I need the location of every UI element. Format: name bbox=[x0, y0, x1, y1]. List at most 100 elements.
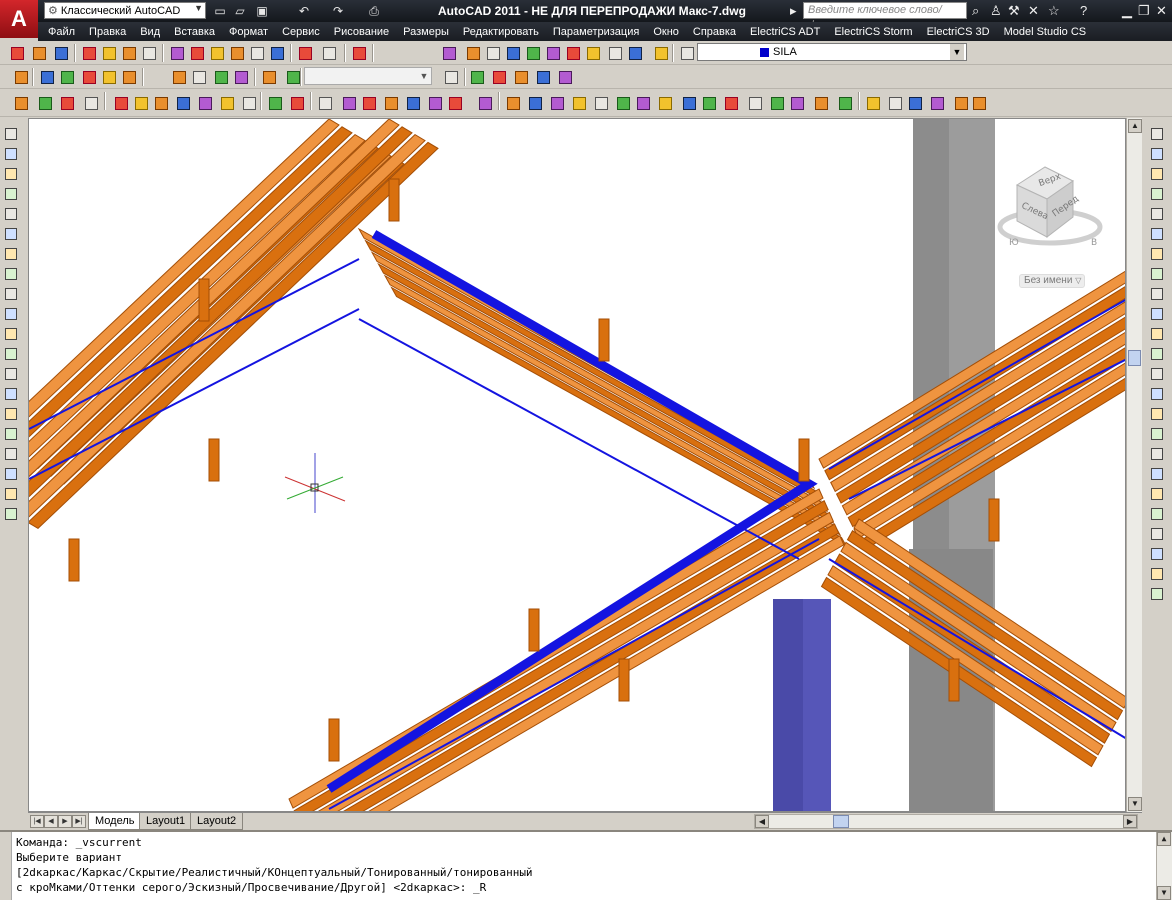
tool-button-icon[interactable] bbox=[556, 68, 574, 86]
minimize-icon[interactable]: ▁ bbox=[1122, 3, 1132, 19]
3d-model-view[interactable] bbox=[29, 119, 1126, 812]
open-icon[interactable]: ▱ bbox=[232, 3, 248, 19]
visual-style-dropdown[interactable]: ▼ bbox=[304, 67, 432, 85]
tool-button-icon[interactable] bbox=[112, 94, 130, 112]
tool-button-icon[interactable] bbox=[140, 44, 158, 62]
tool-button-icon[interactable] bbox=[886, 94, 904, 112]
menu-item[interactable]: Параметризация bbox=[546, 26, 646, 38]
tool-button-icon[interactable] bbox=[468, 68, 486, 86]
tool-button-icon[interactable] bbox=[614, 94, 632, 112]
menu-item[interactable]: Правка bbox=[82, 26, 133, 38]
tool-button-icon[interactable] bbox=[132, 94, 150, 112]
command-line[interactable]: Команда: _vscurrent Выберите вариант [2d… bbox=[0, 830, 1172, 900]
tool-button-icon[interactable] bbox=[1149, 426, 1165, 442]
menu-item[interactable]: Редактировать bbox=[456, 26, 546, 38]
tool-button-icon[interactable] bbox=[864, 94, 882, 112]
tool-button-icon[interactable] bbox=[1149, 146, 1165, 162]
chevron-right-icon[interactable]: ▸ bbox=[790, 3, 797, 19]
tool-button-icon[interactable] bbox=[100, 68, 118, 86]
x-tools-icon[interactable]: ✕ bbox=[1028, 3, 1039, 19]
tool-button-icon[interactable] bbox=[228, 44, 246, 62]
tool-button-icon[interactable] bbox=[120, 68, 138, 86]
layer-dropdown[interactable]: SILA ▼ bbox=[697, 43, 967, 61]
tool-button-icon[interactable] bbox=[80, 44, 98, 62]
tool-button-icon[interactable] bbox=[1149, 186, 1165, 202]
command-line-scrollbar[interactable]: ▲ ▼ bbox=[1156, 832, 1172, 900]
tool-button-icon[interactable] bbox=[504, 44, 522, 62]
menu-item[interactable]: Model Studio CS bbox=[997, 26, 1094, 38]
tool-button-icon[interactable] bbox=[592, 94, 610, 112]
tool-button-icon[interactable] bbox=[440, 44, 458, 62]
vertical-scroll-thumb[interactable] bbox=[1128, 350, 1141, 366]
tool-button-icon[interactable] bbox=[1149, 166, 1165, 182]
tool-button-icon[interactable] bbox=[1149, 446, 1165, 462]
tool-button-icon[interactable] bbox=[526, 94, 544, 112]
tool-button-icon[interactable] bbox=[1149, 266, 1165, 282]
tool-button-icon[interactable] bbox=[3, 446, 19, 462]
save-icon[interactable]: ▣ bbox=[254, 3, 270, 19]
tool-button-icon[interactable] bbox=[564, 44, 582, 62]
tool-button-icon[interactable] bbox=[268, 44, 286, 62]
menu-item[interactable]: Справка bbox=[686, 26, 743, 38]
tool-button-icon[interactable] bbox=[316, 94, 334, 112]
tool-button-icon[interactable] bbox=[404, 94, 422, 112]
tool-button-icon[interactable] bbox=[1149, 406, 1165, 422]
tool-button-icon[interactable] bbox=[3, 426, 19, 442]
tool-button-icon[interactable] bbox=[1149, 466, 1165, 482]
tool-button-icon[interactable] bbox=[190, 68, 208, 86]
tool-button-icon[interactable] bbox=[1149, 386, 1165, 402]
tool-button-icon[interactable] bbox=[296, 44, 314, 62]
scroll-up-button[interactable]: ▲ bbox=[1128, 119, 1142, 133]
tool-button-icon[interactable] bbox=[1149, 126, 1165, 142]
tool-button-icon[interactable] bbox=[722, 94, 740, 112]
tool-button-icon[interactable] bbox=[3, 366, 19, 382]
tool-button-icon[interactable] bbox=[320, 44, 338, 62]
tool-button-icon[interactable] bbox=[3, 266, 19, 282]
tool-button-icon[interactable] bbox=[700, 94, 718, 112]
tool-button-icon[interactable] bbox=[3, 246, 19, 262]
scroll-right-button[interactable]: ▶ bbox=[1123, 815, 1137, 828]
tool-button-icon[interactable] bbox=[152, 94, 170, 112]
tool-button-icon[interactable] bbox=[3, 326, 19, 342]
next-tab-button[interactable]: ▶ bbox=[58, 815, 72, 828]
wrench-icon[interactable]: ⚒ bbox=[1008, 3, 1020, 19]
tool-button-icon[interactable] bbox=[232, 68, 250, 86]
tool-button-icon[interactable] bbox=[212, 68, 230, 86]
horizontal-scrollbar[interactable]: ◀ ▶ bbox=[754, 814, 1138, 829]
tool-button-icon[interactable] bbox=[100, 44, 118, 62]
vertical-scrollbar[interactable]: ▲ ▼ bbox=[1126, 118, 1142, 812]
drawing-canvas[interactable]: Верх Слева Перед Ю В Без имени ▽ bbox=[28, 118, 1126, 812]
tool-button-icon[interactable] bbox=[1149, 346, 1165, 362]
search-input[interactable]: Введите ключевое слово/фразу bbox=[803, 2, 967, 31]
tool-button-icon[interactable] bbox=[3, 506, 19, 522]
last-tab-button[interactable]: ▶| bbox=[72, 815, 86, 828]
tool-button-icon[interactable] bbox=[634, 94, 652, 112]
tool-button-icon[interactable] bbox=[570, 94, 588, 112]
tool-button-icon[interactable] bbox=[1149, 306, 1165, 322]
tab-model[interactable]: Модель bbox=[88, 813, 142, 830]
tool-button-icon[interactable] bbox=[1149, 326, 1165, 342]
tab-layout1[interactable]: Layout1 bbox=[139, 813, 193, 830]
tool-button-icon[interactable] bbox=[340, 94, 358, 112]
tool-button-icon[interactable] bbox=[52, 44, 70, 62]
tool-button-icon[interactable] bbox=[836, 94, 854, 112]
workspace-dropdown[interactable]: ⚙ Классический AutoCAD ▼ bbox=[44, 2, 206, 19]
tool-button-icon[interactable] bbox=[80, 68, 98, 86]
tool-button-icon[interactable] bbox=[3, 226, 19, 242]
tool-button-icon[interactable] bbox=[1149, 286, 1165, 302]
tool-button-icon[interactable] bbox=[38, 68, 56, 86]
tool-button-icon[interactable] bbox=[476, 94, 494, 112]
tool-button-icon[interactable] bbox=[3, 406, 19, 422]
tool-button-icon[interactable] bbox=[3, 166, 19, 182]
tool-button-icon[interactable] bbox=[240, 94, 258, 112]
new-icon[interactable]: ▭ bbox=[212, 3, 228, 19]
autocad-logo[interactable]: A bbox=[0, 0, 38, 38]
tool-button-icon[interactable] bbox=[504, 94, 522, 112]
tool-button-icon[interactable] bbox=[548, 94, 566, 112]
tool-button-icon[interactable] bbox=[928, 94, 946, 112]
tool-button-icon[interactable] bbox=[3, 386, 19, 402]
tool-button-icon[interactable] bbox=[1149, 526, 1165, 542]
tool-button-icon[interactable] bbox=[484, 44, 502, 62]
tool-button-icon[interactable] bbox=[174, 94, 192, 112]
tool-button-icon[interactable] bbox=[426, 94, 444, 112]
